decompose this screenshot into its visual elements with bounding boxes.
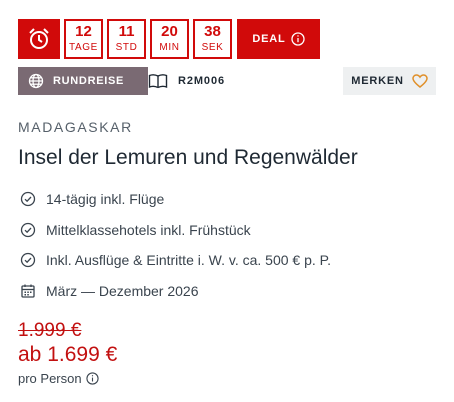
info-icon[interactable]: [85, 372, 99, 385]
save-button-label: MERKEN: [351, 75, 404, 87]
countdown-label: MIN: [159, 42, 180, 53]
countdown-hours: 11 STD: [107, 19, 146, 59]
price-unit-label: pro Person: [18, 371, 82, 386]
save-button[interactable]: MERKEN: [343, 67, 436, 95]
check-circle-icon: [20, 253, 36, 268]
countdown-value: 12: [75, 23, 92, 40]
travel-period: März — Dezember 2026: [46, 282, 199, 299]
feature-item: März — Dezember 2026: [20, 276, 331, 307]
check-circle-icon: [20, 222, 36, 237]
feature-item: Inkl. Ausflüge & Eintritte i. W. v. ca. …: [20, 245, 331, 276]
countdown-days: 12 TAGE: [64, 19, 103, 59]
feature-text: Mittelklassehotels inkl. Frühstück: [46, 221, 251, 238]
deal-badge[interactable]: DEAL: [237, 19, 320, 59]
destination-country: MADAGASKAR: [18, 119, 133, 135]
feature-list: 14-tägig inkl. Flüge Mittelklassehotels …: [20, 184, 331, 306]
current-price: ab 1.699 €: [18, 343, 118, 366]
alarm-clock-icon: [18, 19, 60, 59]
countdown-label: TAGE: [69, 42, 98, 53]
tag-row: RUNDREISE R2M006 MERKEN: [18, 67, 436, 95]
trip-code-label: R2M006: [178, 75, 225, 87]
feature-item: 14-tägig inkl. Flüge: [20, 184, 331, 215]
check-circle-icon: [20, 192, 36, 207]
heart-icon: [411, 74, 428, 88]
old-price: 1.999 €: [18, 320, 82, 341]
offer-title[interactable]: Insel der Lemuren und Regenwälder: [18, 146, 358, 170]
feature-text: 14-tägig inkl. Flüge: [46, 191, 165, 208]
book-icon: [148, 74, 168, 89]
feature-item: Mittelklassehotels inkl. Frühstück: [20, 215, 331, 246]
countdown-value: 38: [204, 23, 221, 40]
countdown-value: 11: [118, 23, 135, 40]
calendar-icon: [21, 284, 35, 298]
trip-type-label: RUNDREISE: [53, 75, 125, 87]
countdown-label: SEK: [201, 42, 224, 53]
globe-icon: [28, 73, 44, 89]
feature-text: Inkl. Ausflüge & Eintritte i. W. v. ca. …: [46, 252, 332, 269]
price-unit: pro Person: [18, 371, 99, 386]
trip-type-badge: RUNDREISE: [18, 67, 148, 95]
deal-countdown: 12 TAGE 11 STD 20 MIN 38 SEK DEAL: [18, 19, 320, 59]
countdown-value: 20: [161, 23, 178, 40]
countdown-minutes: 20 MIN: [150, 19, 189, 59]
info-icon: [290, 32, 305, 46]
deal-label: DEAL: [252, 33, 286, 45]
countdown-label: STD: [115, 42, 138, 53]
trip-code: R2M006: [148, 67, 225, 95]
countdown-seconds: 38 SEK: [193, 19, 232, 59]
